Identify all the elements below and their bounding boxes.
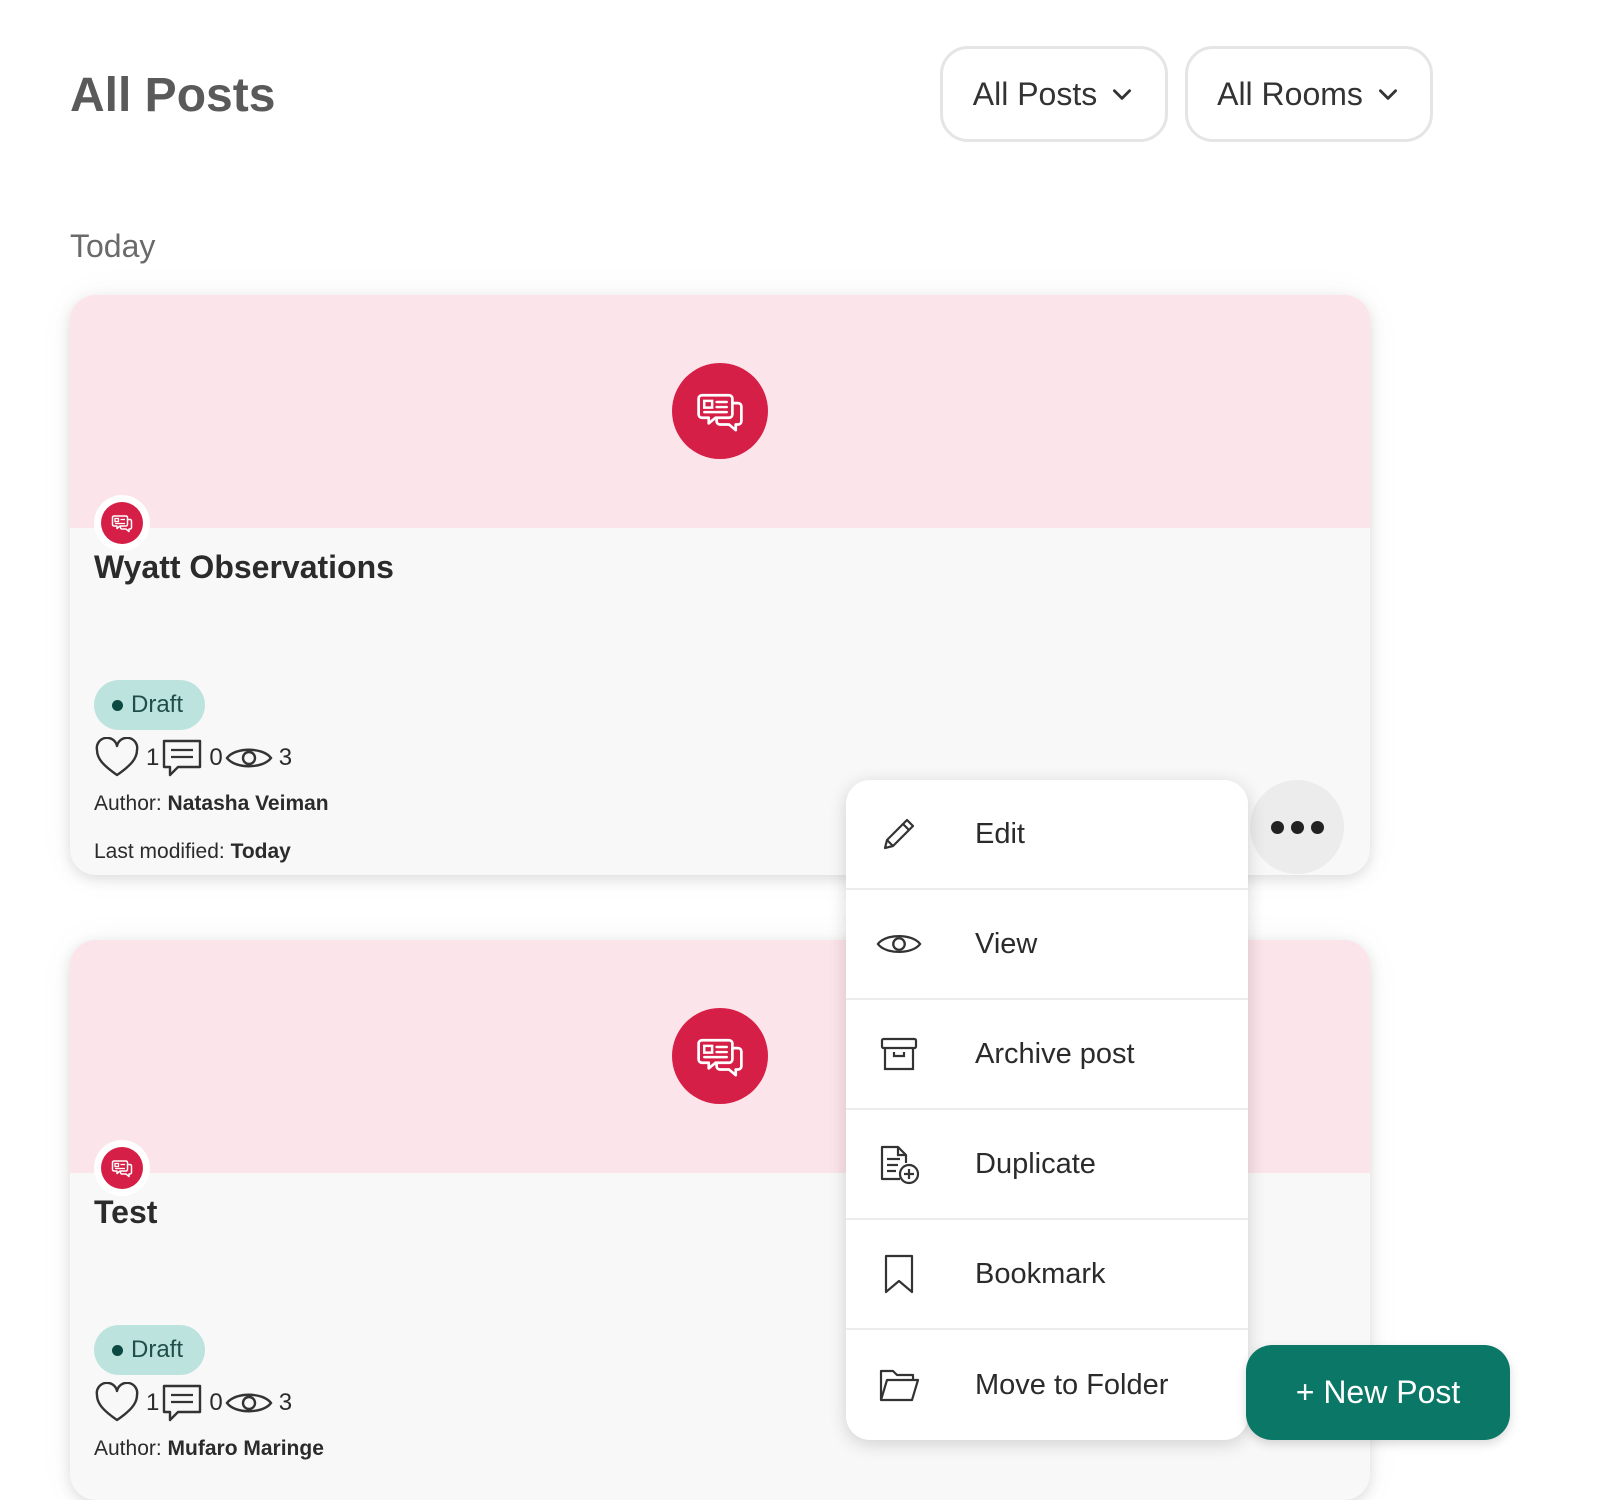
menu-item-view[interactable]: View xyxy=(846,890,1248,1000)
chevron-down-icon xyxy=(1378,89,1397,100)
like-count: 1 xyxy=(146,744,160,771)
page-title: All Posts xyxy=(70,69,276,122)
post-title[interactable]: Test xyxy=(94,1194,157,1231)
comment-count: 0 xyxy=(209,1389,223,1416)
chat-bubbles-icon xyxy=(697,393,743,432)
status-label: Draft xyxy=(131,691,184,718)
eye-icon xyxy=(225,1393,273,1413)
status-dot xyxy=(112,699,123,711)
author-name: Natasha Veiman xyxy=(167,792,329,815)
menu-item-bookmark[interactable]: Bookmark xyxy=(846,1220,1248,1330)
menu-item-duplicate[interactable]: Duplicate xyxy=(846,1110,1248,1220)
eye-icon xyxy=(876,921,922,967)
post-stats: 1 0 3 xyxy=(94,1382,294,1424)
post-type-icon xyxy=(672,1008,768,1104)
post-author: Author: Natasha Veiman xyxy=(94,792,329,816)
author-name: Mufaro Maringe xyxy=(167,1437,324,1460)
menu-item-label: Edit xyxy=(975,817,1025,850)
menu-item-label: View xyxy=(975,927,1038,960)
post-author: Author: Mufaro Maringe xyxy=(94,1437,324,1461)
heart-icon[interactable] xyxy=(94,1382,140,1424)
new-post-button[interactable]: + New Post xyxy=(1246,1345,1510,1440)
status-dot xyxy=(112,1344,123,1356)
menu-item-label: Move to Folder xyxy=(975,1368,1169,1401)
menu-item-edit[interactable]: Edit xyxy=(846,780,1248,890)
menu-item-archive[interactable]: Archive post xyxy=(846,1000,1248,1110)
more-dot xyxy=(1290,820,1304,834)
section-label-today: Today xyxy=(70,228,156,264)
status-label: Draft xyxy=(131,1336,184,1363)
status-badge: Draft xyxy=(94,680,206,730)
archive-icon xyxy=(876,1031,922,1077)
post-type-icon xyxy=(672,363,768,459)
bookmark-icon xyxy=(876,1251,922,1297)
comment-icon[interactable] xyxy=(161,737,203,779)
chat-bubbles-icon xyxy=(111,1160,133,1178)
modified-label: Last modified: xyxy=(94,840,231,863)
post-filter-label: All Posts xyxy=(972,75,1098,112)
post-stats: 1 0 3 xyxy=(94,737,294,779)
more-dot xyxy=(1310,820,1324,834)
comment-count: 0 xyxy=(209,744,223,771)
author-label: Author: xyxy=(94,792,168,815)
post-actions-menu: Edit View Archive post Duplicate Bookmar… xyxy=(846,780,1248,1440)
post-modified: Last modified: Today xyxy=(94,840,291,864)
chevron-down-icon xyxy=(1113,89,1132,100)
eye-icon xyxy=(225,748,273,768)
post-filter-dropdown[interactable]: All Posts xyxy=(940,46,1168,142)
more-options-button[interactable] xyxy=(1250,780,1344,874)
room-filter-label: All Rooms xyxy=(1217,75,1363,112)
duplicate-icon xyxy=(876,1141,922,1187)
more-dot xyxy=(1270,820,1284,834)
chat-bubbles-icon xyxy=(111,515,133,533)
folder-icon xyxy=(876,1362,922,1408)
post-type-badge xyxy=(94,495,150,551)
pencil-icon xyxy=(876,811,922,857)
modified-value: Today xyxy=(230,840,291,863)
heart-icon[interactable] xyxy=(94,737,140,779)
menu-item-move-to-folder[interactable]: Move to Folder xyxy=(846,1330,1248,1440)
author-label: Author: xyxy=(94,1437,168,1460)
post-type-badge xyxy=(94,1140,150,1196)
room-filter-dropdown[interactable]: All Rooms xyxy=(1185,46,1433,142)
chat-bubbles-icon xyxy=(697,1038,743,1077)
menu-item-label: Bookmark xyxy=(975,1257,1106,1290)
status-badge: Draft xyxy=(94,1325,206,1375)
view-count: 3 xyxy=(278,1389,293,1416)
menu-item-label: Archive post xyxy=(975,1037,1135,1070)
comment-icon[interactable] xyxy=(161,1382,203,1424)
post-title[interactable]: Wyatt Observations xyxy=(94,549,394,586)
post-hero xyxy=(70,295,1370,528)
like-count: 1 xyxy=(146,1389,160,1416)
menu-item-label: Duplicate xyxy=(975,1147,1096,1180)
view-count: 3 xyxy=(278,744,293,771)
